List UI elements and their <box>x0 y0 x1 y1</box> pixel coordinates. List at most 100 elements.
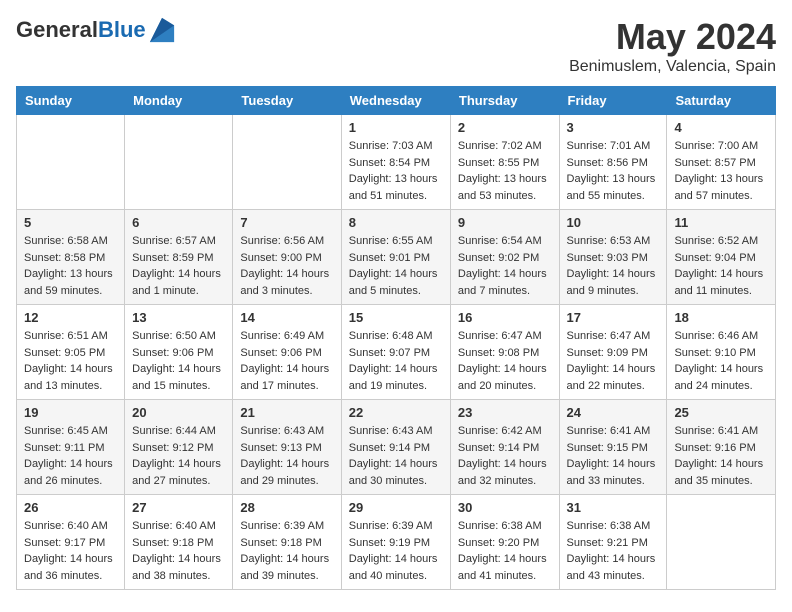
sunset-text: Sunset: 9:06 PM <box>240 347 321 359</box>
weekday-header-monday: Monday <box>125 87 233 115</box>
daylight-text: Daylight: 13 hours and 57 minutes. <box>674 173 763 202</box>
daylight-text: Daylight: 14 hours and 15 minutes. <box>132 363 221 392</box>
sunset-text: Sunset: 9:20 PM <box>458 537 539 549</box>
table-row: 21Sunrise: 6:43 AMSunset: 9:13 PMDayligh… <box>233 400 341 495</box>
sunrise-text: Sunrise: 6:56 AM <box>240 235 324 247</box>
table-row: 7 Sunrise: 6:56 AMSunset: 9:00 PMDaylight… <box>233 210 341 305</box>
table-row: 22Sunrise: 6:43 AMSunset: 9:14 PMDayligh… <box>341 400 450 495</box>
sunrise-text: Sunrise: 6:40 AM <box>132 520 216 532</box>
sunrise-text: Sunrise: 6:43 AM <box>240 425 324 437</box>
sunrise-text: Sunrise: 6:47 AM <box>458 330 542 342</box>
sunset-text: Sunset: 8:54 PM <box>349 157 430 169</box>
sunrise-text: Sunrise: 6:39 AM <box>349 520 433 532</box>
sunset-text: Sunset: 9:15 PM <box>567 442 648 454</box>
daylight-text: Daylight: 14 hours and 43 minutes. <box>567 553 656 582</box>
sunset-text: Sunset: 9:10 PM <box>674 347 755 359</box>
day-number: 6 <box>132 215 225 230</box>
daylight-text: Daylight: 14 hours and 26 minutes. <box>24 458 113 487</box>
cell-info: Sunrise: 6:58 AMSunset: 8:58 PMDaylight:… <box>24 233 117 299</box>
weekday-header-thursday: Thursday <box>450 87 559 115</box>
day-number: 23 <box>458 405 552 420</box>
cell-info: Sunrise: 6:56 AMSunset: 9:00 PMDaylight:… <box>240 233 333 299</box>
day-number: 16 <box>458 310 552 325</box>
sunrise-text: Sunrise: 6:57 AM <box>132 235 216 247</box>
day-number: 5 <box>24 215 117 230</box>
cell-info: Sunrise: 6:52 AMSunset: 9:04 PMDaylight:… <box>674 233 768 299</box>
cell-info: Sunrise: 6:41 AMSunset: 9:16 PMDaylight:… <box>674 423 768 489</box>
cell-info: Sunrise: 6:39 AMSunset: 9:19 PMDaylight:… <box>349 518 443 584</box>
cell-info: Sunrise: 7:01 AMSunset: 8:56 PMDaylight:… <box>567 138 660 204</box>
daylight-text: Daylight: 14 hours and 33 minutes. <box>567 458 656 487</box>
day-number: 29 <box>349 500 443 515</box>
cell-info: Sunrise: 6:53 AMSunset: 9:03 PMDaylight:… <box>567 233 660 299</box>
daylight-text: Daylight: 14 hours and 9 minutes. <box>567 268 656 297</box>
weekday-header-sunday: Sunday <box>17 87 125 115</box>
table-row <box>667 495 776 590</box>
day-number: 1 <box>349 120 443 135</box>
calendar-table: SundayMondayTuesdayWednesdayThursdayFrid… <box>16 86 776 590</box>
logo-blue-text: Blue <box>98 17 146 42</box>
sunrise-text: Sunrise: 6:51 AM <box>24 330 108 342</box>
sunset-text: Sunset: 9:01 PM <box>349 252 430 264</box>
weekday-header-wednesday: Wednesday <box>341 87 450 115</box>
daylight-text: Daylight: 14 hours and 3 minutes. <box>240 268 329 297</box>
cell-info: Sunrise: 6:44 AMSunset: 9:12 PMDaylight:… <box>132 423 225 489</box>
cell-info: Sunrise: 6:38 AMSunset: 9:20 PMDaylight:… <box>458 518 552 584</box>
day-number: 26 <box>24 500 117 515</box>
daylight-text: Daylight: 14 hours and 38 minutes. <box>132 553 221 582</box>
sunset-text: Sunset: 9:12 PM <box>132 442 213 454</box>
sunset-text: Sunset: 9:03 PM <box>567 252 648 264</box>
sunrise-text: Sunrise: 6:44 AM <box>132 425 216 437</box>
daylight-text: Daylight: 14 hours and 20 minutes. <box>458 363 547 392</box>
logo-general-text: General <box>16 17 98 42</box>
day-number: 31 <box>567 500 660 515</box>
daylight-text: Daylight: 14 hours and 32 minutes. <box>458 458 547 487</box>
sunset-text: Sunset: 9:06 PM <box>132 347 213 359</box>
table-row: 19Sunrise: 6:45 AMSunset: 9:11 PMDayligh… <box>17 400 125 495</box>
sunset-text: Sunset: 8:58 PM <box>24 252 105 264</box>
daylight-text: Daylight: 14 hours and 1 minute. <box>132 268 221 297</box>
cell-info: Sunrise: 6:38 AMSunset: 9:21 PMDaylight:… <box>567 518 660 584</box>
daylight-text: Daylight: 14 hours and 35 minutes. <box>674 458 763 487</box>
table-row: 29 Sunrise: 6:39 AMSunset: 9:19 PMDayligh… <box>341 495 450 590</box>
day-number: 2 <box>458 120 552 135</box>
day-number: 10 <box>567 215 660 230</box>
cell-info: Sunrise: 7:00 AMSunset: 8:57 PMDaylight:… <box>674 138 768 204</box>
cell-info: Sunrise: 6:39 AMSunset: 9:18 PMDaylight:… <box>240 518 333 584</box>
day-number: 18 <box>674 310 768 325</box>
cell-info: Sunrise: 6:42 AMSunset: 9:14 PMDaylight:… <box>458 423 552 489</box>
sunrise-text: Sunrise: 6:50 AM <box>132 330 216 342</box>
sunrise-text: Sunrise: 6:49 AM <box>240 330 324 342</box>
daylight-text: Daylight: 14 hours and 24 minutes. <box>674 363 763 392</box>
location-subtitle: Benimuslem, Valencia, Spain <box>569 58 776 76</box>
week-row-3: 12Sunrise: 6:51 AMSunset: 9:05 PMDayligh… <box>17 305 776 400</box>
day-number: 11 <box>674 215 768 230</box>
daylight-text: Daylight: 14 hours and 22 minutes. <box>567 363 656 392</box>
sunrise-text: Sunrise: 6:43 AM <box>349 425 433 437</box>
sunset-text: Sunset: 8:57 PM <box>674 157 755 169</box>
weekday-header-row: SundayMondayTuesdayWednesdayThursdayFrid… <box>17 87 776 115</box>
table-row: 23 Sunrise: 6:42 AMSunset: 9:14 PMDayligh… <box>450 400 559 495</box>
sunset-text: Sunset: 9:13 PM <box>240 442 321 454</box>
sunset-text: Sunset: 9:02 PM <box>458 252 539 264</box>
sunset-text: Sunset: 9:11 PM <box>24 442 105 454</box>
day-number: 7 <box>240 215 333 230</box>
cell-info: Sunrise: 6:54 AMSunset: 9:02 PMDaylight:… <box>458 233 552 299</box>
cell-info: Sunrise: 7:02 AMSunset: 8:55 PMDaylight:… <box>458 138 552 204</box>
table-row: 12Sunrise: 6:51 AMSunset: 9:05 PMDayligh… <box>17 305 125 400</box>
table-row: 6Sunrise: 6:57 AMSunset: 8:59 PMDaylight… <box>125 210 233 305</box>
cell-info: Sunrise: 6:40 AMSunset: 9:17 PMDaylight:… <box>24 518 117 584</box>
week-row-5: 26 Sunrise: 6:40 AMSunset: 9:17 PMDayligh… <box>17 495 776 590</box>
table-row <box>125 115 233 210</box>
cell-info: Sunrise: 7:03 AMSunset: 8:54 PMDaylight:… <box>349 138 443 204</box>
table-row: 2 Sunrise: 7:02 AMSunset: 8:55 PMDaylight… <box>450 115 559 210</box>
table-row: 25Sunrise: 6:41 AMSunset: 9:16 PMDayligh… <box>667 400 776 495</box>
table-row: 5 Sunrise: 6:58 AMSunset: 8:58 PMDaylight… <box>17 210 125 305</box>
daylight-text: Daylight: 14 hours and 7 minutes. <box>458 268 547 297</box>
daylight-text: Daylight: 14 hours and 17 minutes. <box>240 363 329 392</box>
cell-info: Sunrise: 6:49 AM Sunset: 9:06 PM Daylight:… <box>240 328 333 394</box>
table-row: 26 Sunrise: 6:40 AMSunset: 9:17 PMDayligh… <box>17 495 125 590</box>
logo-icon <box>148 16 176 44</box>
day-number: 15 <box>349 310 443 325</box>
day-number: 22 <box>349 405 443 420</box>
